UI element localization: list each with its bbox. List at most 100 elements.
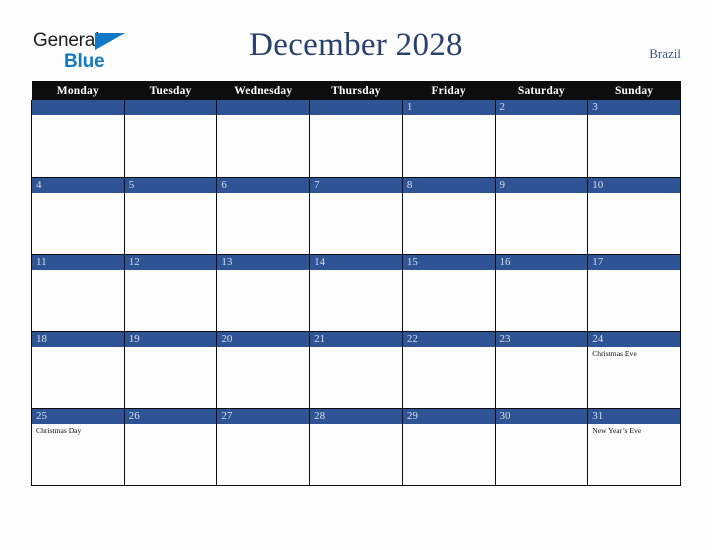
day-number: 8 [402, 177, 495, 193]
day-number: 1 [402, 100, 495, 115]
day-cell-inner: 19 [124, 331, 217, 408]
day-number: 16 [495, 254, 588, 270]
day-number: 3 [588, 100, 680, 115]
day-number [217, 100, 310, 115]
day-cell-inner: 23 [495, 331, 588, 408]
day-number: 24 [588, 331, 680, 347]
day-cell-inner: 11 [32, 254, 124, 331]
calendar-day-cell[interactable]: 15 [401, 254, 496, 332]
calendar-day-cell[interactable]: 4 [31, 177, 125, 255]
calendar-day-cell[interactable]: 19 [123, 331, 218, 409]
day-cell-inner: 26 [124, 408, 217, 485]
calendar-day-cell[interactable]: 7 [309, 177, 403, 255]
calendar-day-cell[interactable]: 25 Christmas Day [31, 408, 125, 486]
day-number [310, 100, 402, 115]
calendar-week-row: 4 5 6 7 8 9 10 [31, 177, 681, 255]
calendar-day-cell[interactable]: 20 [216, 331, 311, 409]
calendar-day-cell[interactable]: 16 [494, 254, 589, 332]
day-cell-inner: 10 [588, 177, 680, 254]
calendar-day-cell[interactable]: 3 [587, 100, 681, 178]
weekday-header-monday: Monday [31, 81, 125, 100]
calendar-day-cell[interactable]: 30 [494, 408, 589, 486]
calendar-week-row: 18 19 20 21 22 23 24 Christmas Eve [31, 331, 681, 409]
day-cell-inner [217, 100, 310, 177]
day-number: 27 [217, 408, 310, 424]
day-number: 23 [495, 331, 588, 347]
day-number: 15 [402, 254, 495, 270]
day-cell-inner: 21 [310, 331, 402, 408]
day-cell-inner: 6 [217, 177, 310, 254]
calendar-day-cell[interactable]: 5 [123, 177, 218, 255]
calendar-day-cell[interactable]: 22 [401, 331, 496, 409]
calendar-day-cell[interactable]: 18 [31, 331, 125, 409]
day-number: 9 [495, 177, 588, 193]
holiday-label: Christmas Eve [592, 348, 637, 358]
calendar-empty-cell[interactable] [309, 100, 403, 178]
calendar-empty-cell[interactable] [123, 100, 218, 178]
calendar-day-cell[interactable]: 27 [216, 408, 311, 486]
weekday-header-saturday: Saturday [495, 81, 588, 100]
day-events: New Year’s Eve [588, 424, 680, 436]
holiday-label: Christmas Day [36, 425, 82, 435]
calendar-week-row: 123 [31, 100, 681, 178]
day-cell-inner: 20 [217, 331, 310, 408]
weekday-header-wednesday: Wednesday [216, 81, 310, 100]
calendar-body: 1 2 3 4 5 6 7 8 9 10 11 12 13 14 15 16 17 18 19 20 21 22 23 24 C… [31, 100, 681, 486]
day-number: 12 [124, 254, 217, 270]
day-cell-inner: 24 Christmas Eve [588, 331, 680, 408]
day-number: 14 [310, 254, 402, 270]
country-label: Brazil [649, 46, 681, 61]
page-header: General Blue December 2028 Brazil [0, 0, 712, 80]
calendar-day-cell[interactable]: 10 [587, 177, 681, 255]
day-cell-inner: 30 [495, 408, 588, 485]
day-cell-inner: 5 [124, 177, 217, 254]
day-cell-inner: 2 [495, 100, 588, 177]
day-number: 2 [495, 100, 588, 115]
calendar-day-cell[interactable]: 13 [216, 254, 311, 332]
calendar-day-cell[interactable]: 29 [401, 408, 496, 486]
calendar-day-cell[interactable]: 31 New Year’s Eve [587, 408, 681, 486]
day-number: 17 [588, 254, 680, 270]
holiday-label: New Year’s Eve [592, 425, 642, 435]
day-cell-inner: 16 [495, 254, 588, 331]
day-cell-inner: 17 [588, 254, 680, 331]
day-cell-inner: 28 [310, 408, 402, 485]
weekday-header-tuesday: Tuesday [124, 81, 217, 100]
day-cell-inner: 3 [588, 100, 680, 177]
calendar-day-cell[interactable]: 21 [309, 331, 403, 409]
day-cell-inner [32, 100, 124, 177]
day-number: 18 [32, 331, 124, 347]
calendar-page: General Blue December 2028 Brazil Monday… [0, 0, 712, 550]
calendar-day-cell[interactable]: 28 [309, 408, 403, 486]
calendar-day-cell[interactable]: 23 [494, 331, 589, 409]
calendar-day-cell[interactable]: 6 [216, 177, 311, 255]
calendar-day-cell[interactable]: 2 [494, 100, 589, 178]
calendar-day-cell[interactable]: 24 Christmas Eve [587, 331, 681, 409]
calendar-empty-cell[interactable] [216, 100, 311, 178]
month-calendar: Monday Tuesday Wednesday Thursday Friday… [31, 81, 681, 486]
calendar-day-cell[interactable]: 1 [401, 100, 496, 178]
weekday-header-thursday: Thursday [309, 81, 403, 100]
day-number: 10 [588, 177, 680, 193]
day-number: 20 [217, 331, 310, 347]
calendar-day-cell[interactable]: 26 [123, 408, 218, 486]
day-number: 25 [32, 408, 124, 424]
calendar-day-cell[interactable]: 11 [31, 254, 125, 332]
day-number: 22 [402, 331, 495, 347]
calendar-day-cell[interactable]: 12 [123, 254, 218, 332]
calendar-day-cell[interactable]: 8 [401, 177, 496, 255]
calendar-day-cell[interactable]: 17 [587, 254, 681, 332]
calendar-week-row: 11 12 13 14 15 16 17 [31, 254, 681, 332]
day-cell-inner: 14 [310, 254, 402, 331]
calendar-empty-cell[interactable] [31, 100, 125, 178]
day-number: 26 [124, 408, 217, 424]
weekday-header-sunday: Sunday [587, 81, 681, 100]
calendar-day-cell[interactable]: 14 [309, 254, 403, 332]
day-number: 13 [217, 254, 310, 270]
day-number: 5 [124, 177, 217, 193]
day-cell-inner: 8 [402, 177, 495, 254]
day-number: 21 [310, 331, 402, 347]
day-number: 29 [402, 408, 495, 424]
day-number [124, 100, 217, 115]
calendar-day-cell[interactable]: 9 [494, 177, 589, 255]
